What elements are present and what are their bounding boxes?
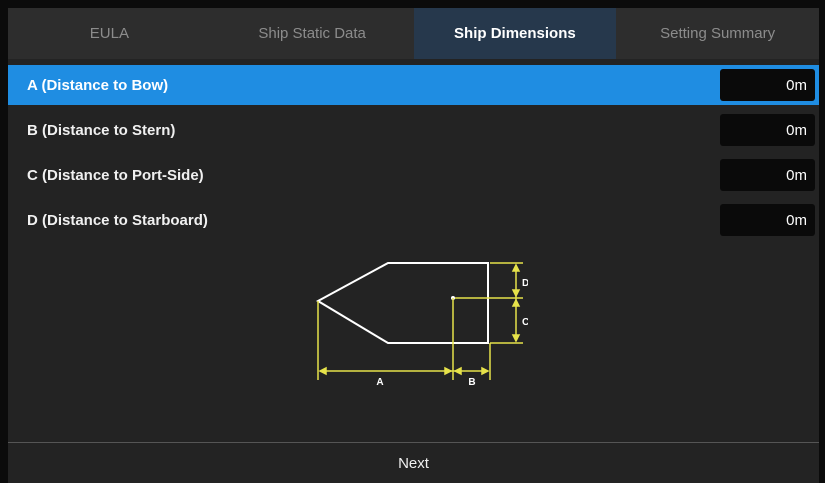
distance-to-port-side-field[interactable]: 0 m <box>720 159 815 191</box>
tab-ship-static-data[interactable]: Ship Static Data <box>211 8 414 59</box>
row-distance-to-bow[interactable]: A (Distance to Bow) 0 m <box>8 65 819 105</box>
field-value: 0 <box>786 121 795 139</box>
distance-to-stern-field[interactable]: 0 m <box>720 114 815 146</box>
field-unit: m <box>794 166 808 184</box>
field-value: 0 <box>786 211 795 229</box>
row-label: A (Distance to Bow) <box>27 76 169 94</box>
dimension-lines <box>317 262 523 380</box>
app-window: EULA Ship Static Data Ship Dimensions Se… <box>8 8 819 483</box>
field-value: 0 <box>786 166 795 184</box>
field-value: 0 <box>786 76 795 94</box>
dimension-label-b: B <box>468 377 475 388</box>
row-distance-to-port-side[interactable]: C (Distance to Port-Side) 0 m <box>8 155 819 195</box>
next-button[interactable]: Next <box>8 442 819 483</box>
row-label: B (Distance to Stern) <box>27 121 176 139</box>
field-unit: m <box>794 121 808 139</box>
tab-bar: EULA Ship Static Data Ship Dimensions Se… <box>8 8 819 59</box>
tab-eula[interactable]: EULA <box>8 8 211 59</box>
distance-to-starboard-field[interactable]: 0 m <box>720 204 815 236</box>
field-unit: m <box>794 211 808 229</box>
tab-ship-dimensions[interactable]: Ship Dimensions <box>413 8 617 59</box>
dimension-label-a: A <box>376 377 383 388</box>
dimension-label-d: D <box>522 278 528 289</box>
row-label: D (Distance to Starboard) <box>27 211 208 229</box>
row-label: C (Distance to Port-Side) <box>27 166 204 184</box>
row-distance-to-starboard[interactable]: D (Distance to Starboard) 0 m <box>8 200 819 240</box>
next-button-label: Next <box>398 454 429 472</box>
dimension-label-c: C <box>522 317 528 328</box>
tab-setting-summary[interactable]: Setting Summary <box>616 8 819 59</box>
row-distance-to-stern[interactable]: B (Distance to Stern) 0 m <box>8 110 819 150</box>
ship-dimension-diagram: A B D C <box>315 262 528 388</box>
dimension-list: A (Distance to Bow) 0 m B (Distance to S… <box>8 59 819 240</box>
distance-to-bow-field[interactable]: 0 m <box>720 69 815 101</box>
ship-outline <box>315 262 489 344</box>
field-unit: m <box>794 76 808 94</box>
